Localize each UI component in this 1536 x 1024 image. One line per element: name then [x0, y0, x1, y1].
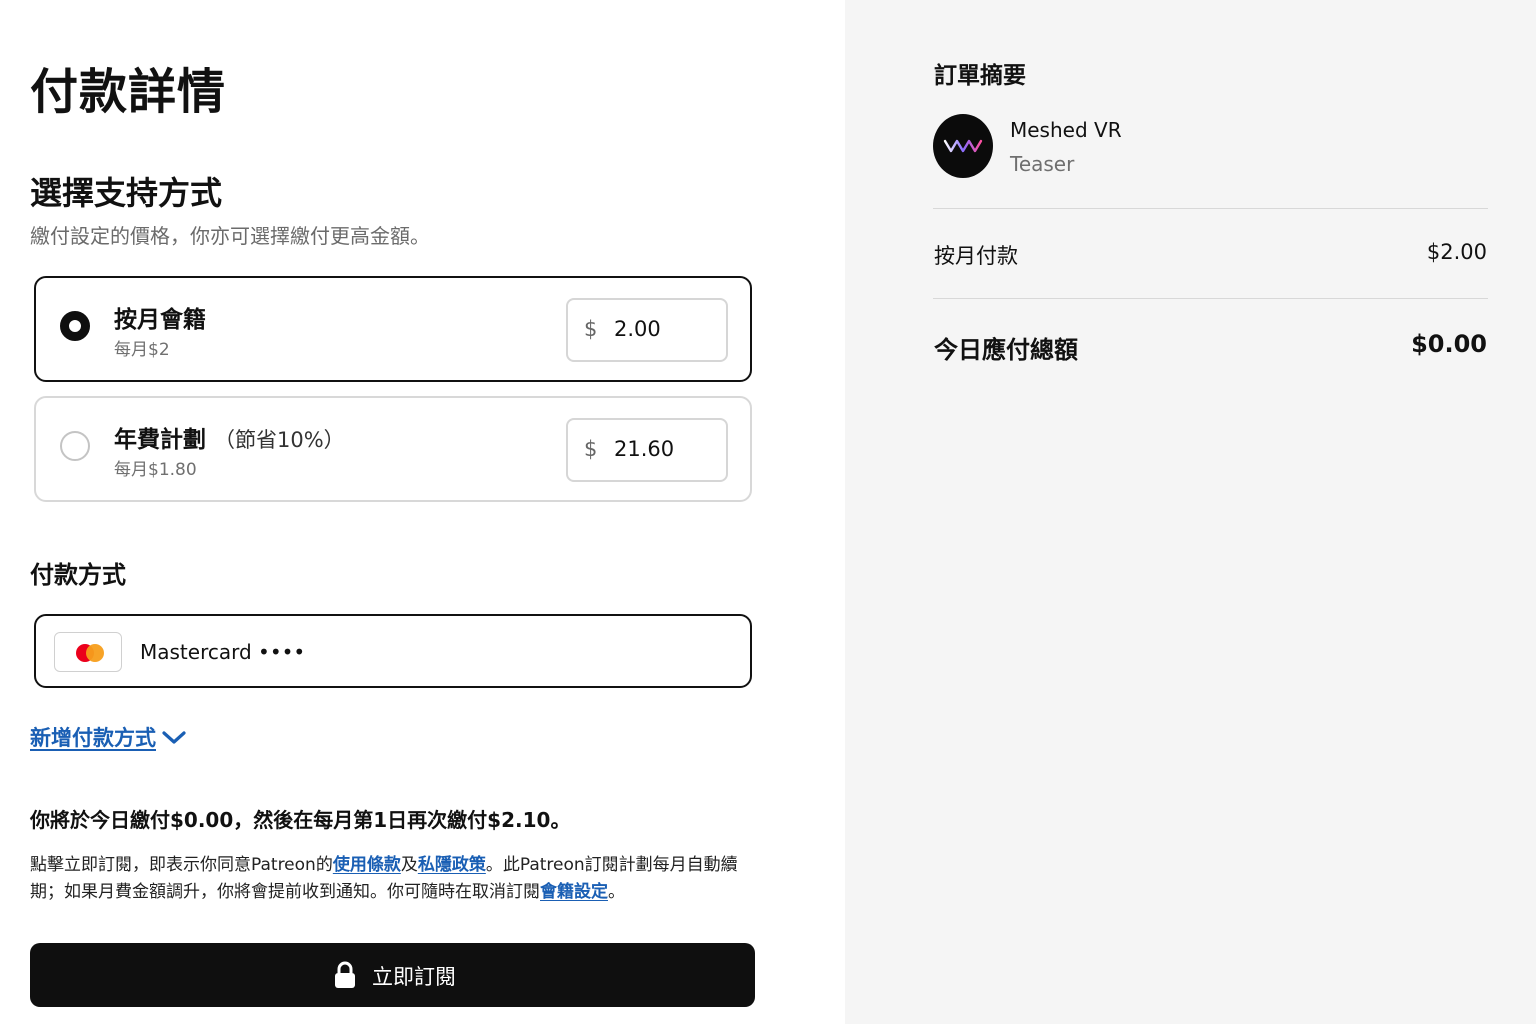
creator-name: Meshed VR [1010, 118, 1122, 142]
radio-unselected[interactable] [60, 431, 90, 461]
option-title: 按月會籍 [114, 300, 206, 334]
terms-text-part1: 點擊立即訂閱，即表示你同意Patreon的 [30, 855, 333, 875]
option-price-note: 每月$2 [114, 340, 170, 360]
terms-text-part3: 。 [608, 882, 625, 902]
lock-icon [335, 961, 355, 988]
terms-text: 點擊立即訂閱，即表示你同意Patreon的使用條款及私隱政策。此Patreon訂… [30, 852, 755, 906]
option-title-text: 年費計劃 [114, 427, 206, 453]
support-section-title: 選擇支持方式 [30, 174, 223, 212]
card-label: Mastercard •••• [140, 640, 306, 664]
mastercard-logo-icon [54, 632, 122, 672]
subscribe-now-button[interactable]: 立即訂閱 [30, 943, 755, 1007]
divider [933, 208, 1488, 209]
membership-settings-link[interactable]: 會籍設定 [540, 882, 608, 902]
privacy-policy-link[interactable]: 私隱政策 [418, 855, 486, 875]
monthly-payment-label: 按月付款 [934, 244, 1018, 268]
amount-value[interactable]: 21.60 [614, 437, 674, 461]
option-title-text: 按月會籍 [114, 307, 206, 333]
page-title: 付款詳情 [30, 64, 227, 120]
tier-name: Teaser [1010, 152, 1075, 176]
option-annual-plan[interactable]: 年費計劃 （節省10%） 每月$1.80 $ 21.60 [34, 396, 752, 502]
total-due-today-label: 今日應付總額 [934, 336, 1078, 364]
creator-logo-icon [943, 139, 983, 153]
monthly-payment-value: $2.00 [1426, 240, 1487, 264]
option-title: 年費計劃 （節省10%） [114, 420, 345, 454]
add-payment-method-link[interactable]: 新增付款方式 [30, 722, 156, 752]
billing-notice: 你將於今日繳付$0.00，然後在每月第1日再次繳付$2.10。 [30, 808, 571, 832]
payment-details-panel: 付款詳情 選擇支持方式 繳付設定的價格，你亦可選擇繳付更高金額。 按月會籍 每月… [0, 0, 845, 1024]
amount-input[interactable]: $ 2.00 [566, 298, 728, 362]
amount-input[interactable]: $ 21.60 [566, 418, 728, 482]
total-due-today-value: $0.00 [1411, 330, 1487, 358]
order-summary-panel: 訂單摘要 Meshed VR Teaser 按月付款 $2.00 今日應付總額 … [845, 0, 1536, 1024]
saved-card-mastercard[interactable]: Mastercard •••• [34, 614, 752, 688]
option-price-note: 每月$1.80 [114, 460, 197, 480]
option-discount-note: （節省10%） [214, 428, 345, 452]
chevron-down-icon[interactable] [161, 726, 187, 748]
amount-value[interactable]: 2.00 [614, 317, 661, 341]
currency-symbol: $ [584, 317, 598, 341]
payment-method-title: 付款方式 [30, 561, 126, 589]
creator-avatar [933, 114, 993, 178]
terms-of-use-link[interactable]: 使用條款 [333, 855, 401, 875]
currency-symbol: $ [584, 437, 598, 461]
divider [933, 298, 1488, 299]
radio-selected[interactable] [60, 311, 90, 341]
support-section-subtitle: 繳付設定的價格，你亦可選擇繳付更高金額。 [30, 224, 430, 248]
option-monthly-membership[interactable]: 按月會籍 每月$2 $ 2.00 [34, 276, 752, 382]
order-summary-title: 訂單摘要 [934, 63, 1026, 89]
terms-text-and: 及 [400, 855, 418, 875]
subscribe-label: 立即訂閱 [372, 965, 456, 989]
